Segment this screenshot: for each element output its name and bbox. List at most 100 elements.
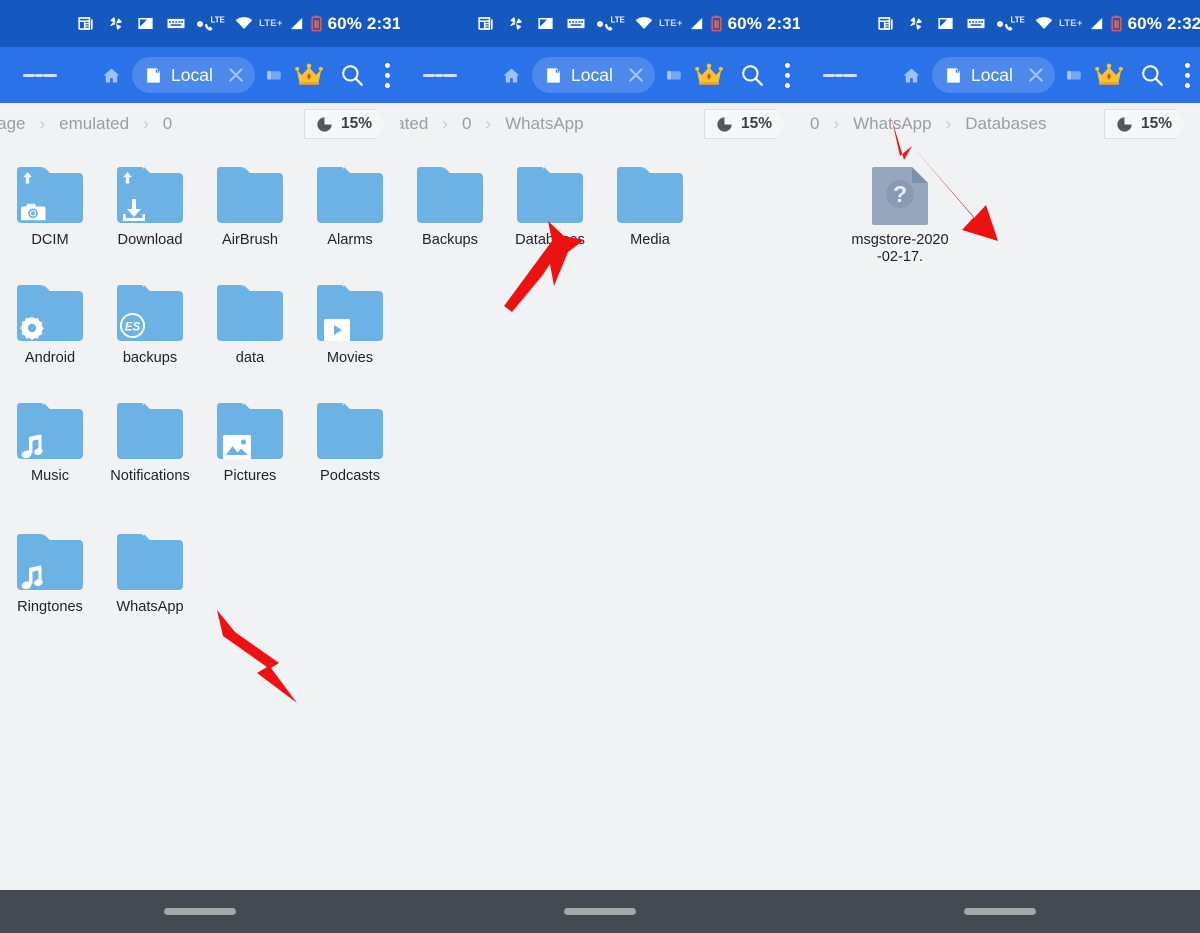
folder-icon	[17, 285, 83, 341]
folder-item[interactable]: Podcasts	[300, 395, 400, 485]
item-name: Media	[600, 232, 700, 249]
chevron-right-icon: ›	[442, 114, 448, 134]
bookmarks-icon[interactable]	[265, 66, 283, 84]
home-icon[interactable]	[101, 65, 122, 86]
breadcrumb-item[interactable]: 0	[462, 114, 471, 134]
folder-item[interactable]: data	[200, 277, 300, 367]
menu-icon[interactable]	[423, 58, 457, 92]
breadcrumb-item[interactable]: emulated	[59, 114, 129, 134]
folder-item[interactable]: AirBrush	[200, 159, 300, 249]
phone-lte-icon: LTE	[1003, 14, 1029, 33]
file-grid-panel-2: Backups Databases Media	[400, 145, 800, 249]
item-name: Movies	[300, 350, 400, 367]
breadcrumb: orage › emulated › 0 15%	[0, 103, 400, 145]
search-icon[interactable]	[1139, 62, 1165, 88]
folder-item[interactable]: ES backups	[100, 277, 200, 367]
folder-icon: ES	[117, 285, 183, 341]
chevron-right-icon: ›	[485, 114, 491, 134]
breadcrumb-item[interactable]: WhatsApp	[505, 114, 583, 134]
battery-icon	[310, 14, 323, 33]
close-icon[interactable]	[623, 62, 649, 88]
clock-label: 2:31	[367, 14, 400, 34]
folder-item[interactable]: Alarms	[300, 159, 400, 249]
status-notification-icons	[0, 14, 203, 33]
pie-chart-icon	[315, 115, 334, 134]
pie-chart-icon	[715, 115, 734, 134]
status-bar: LTE LTE+ 60% 2:31	[400, 0, 800, 47]
item-name: Databases	[500, 232, 600, 249]
more-options-icon[interactable]	[1185, 63, 1190, 88]
folder-icon	[217, 167, 283, 223]
tab-local[interactable]: Local	[132, 57, 255, 93]
storage-badge[interactable]: 15%	[704, 109, 786, 139]
folder-icon	[17, 167, 83, 223]
status-notification-icons	[400, 14, 603, 33]
bookmarks-icon[interactable]	[1065, 66, 1083, 84]
home-icon[interactable]	[501, 65, 522, 86]
close-icon[interactable]	[1023, 62, 1049, 88]
breadcrumb-item[interactable]: 0	[810, 114, 819, 134]
battery-percent-label: 60%	[728, 14, 762, 34]
tab-local[interactable]: Local	[532, 57, 655, 93]
premium-crown-icon[interactable]	[1095, 63, 1123, 87]
clock-label: 2:31	[767, 14, 800, 34]
file-item[interactable]: ? msgstore-2020-02-17.	[850, 159, 950, 266]
item-name: Backups	[400, 232, 500, 249]
home-icon[interactable]	[901, 65, 922, 86]
folder-item[interactable]: Download	[100, 159, 200, 249]
more-options-icon[interactable]	[785, 63, 790, 88]
annotation-arrow-whatsapp	[175, 600, 305, 710]
phone-lte-icon: LTE	[603, 14, 629, 33]
breadcrumb-item[interactable]: ulated	[400, 114, 428, 134]
item-name: Android	[0, 350, 100, 367]
wifi-icon	[634, 14, 654, 33]
status-notification-icons	[800, 14, 1003, 33]
keyboard-icon	[166, 14, 186, 33]
storage-badge[interactable]: 15%	[304, 109, 386, 139]
status-system-icons: LTE LTE+ 60% 2:32	[1003, 14, 1200, 34]
menu-icon[interactable]	[823, 58, 857, 92]
breadcrumb-item[interactable]: 0	[163, 114, 172, 134]
gesture-pill-handle[interactable]	[564, 908, 636, 915]
storage-badge[interactable]: 15%	[1104, 109, 1186, 139]
folder-item[interactable]: Backups	[400, 159, 500, 249]
folder-item[interactable]: Databases	[500, 159, 600, 249]
breadcrumb-item[interactable]: orage	[0, 114, 25, 134]
folder-item[interactable]: WhatsApp	[100, 526, 200, 616]
folder-item[interactable]: Ringtones	[0, 526, 100, 616]
breadcrumb-item[interactable]: WhatsApp	[853, 114, 931, 134]
folder-item[interactable]: Android	[0, 277, 100, 367]
premium-crown-icon[interactable]	[295, 63, 323, 87]
signal-bars-icon	[688, 14, 705, 33]
folder-item[interactable]: Notifications	[100, 395, 200, 485]
pinwheel-icon	[506, 14, 525, 33]
search-icon[interactable]	[339, 62, 365, 88]
bookmarks-icon[interactable]	[665, 66, 683, 84]
menu-icon[interactable]	[23, 58, 57, 92]
folder-item[interactable]: Media	[600, 159, 700, 249]
file-grid-panel-1: DCIM Download AirBrush Alarms	[0, 145, 400, 616]
more-options-icon[interactable]	[385, 63, 390, 88]
folder-item[interactable]: Pictures	[200, 395, 300, 485]
download-icon	[119, 197, 149, 223]
storage-percent-label: 15%	[1141, 115, 1172, 133]
close-icon[interactable]	[223, 62, 249, 88]
tab-local[interactable]: Local	[932, 57, 1055, 93]
folder-icon	[17, 534, 83, 590]
folder-icon	[17, 403, 83, 459]
breadcrumb-item[interactable]: Databases	[965, 114, 1046, 134]
folder-icon	[117, 167, 183, 223]
folder-icon	[317, 285, 383, 341]
folder-item[interactable]: DCIM	[0, 159, 100, 249]
music-note-icon	[19, 433, 45, 461]
storage-percent-label: 15%	[741, 115, 772, 133]
search-icon[interactable]	[739, 62, 765, 88]
folder-item[interactable]: Music	[0, 395, 100, 485]
phone-lte-icon: LTE	[203, 14, 229, 33]
premium-crown-icon[interactable]	[695, 63, 723, 87]
gesture-pill-handle[interactable]	[964, 908, 1036, 915]
gesture-pill-handle[interactable]	[164, 908, 236, 915]
clock-label: 2:32	[1167, 14, 1200, 34]
folder-item[interactable]: Movies	[300, 277, 400, 367]
signal-bars-icon	[1088, 14, 1105, 33]
